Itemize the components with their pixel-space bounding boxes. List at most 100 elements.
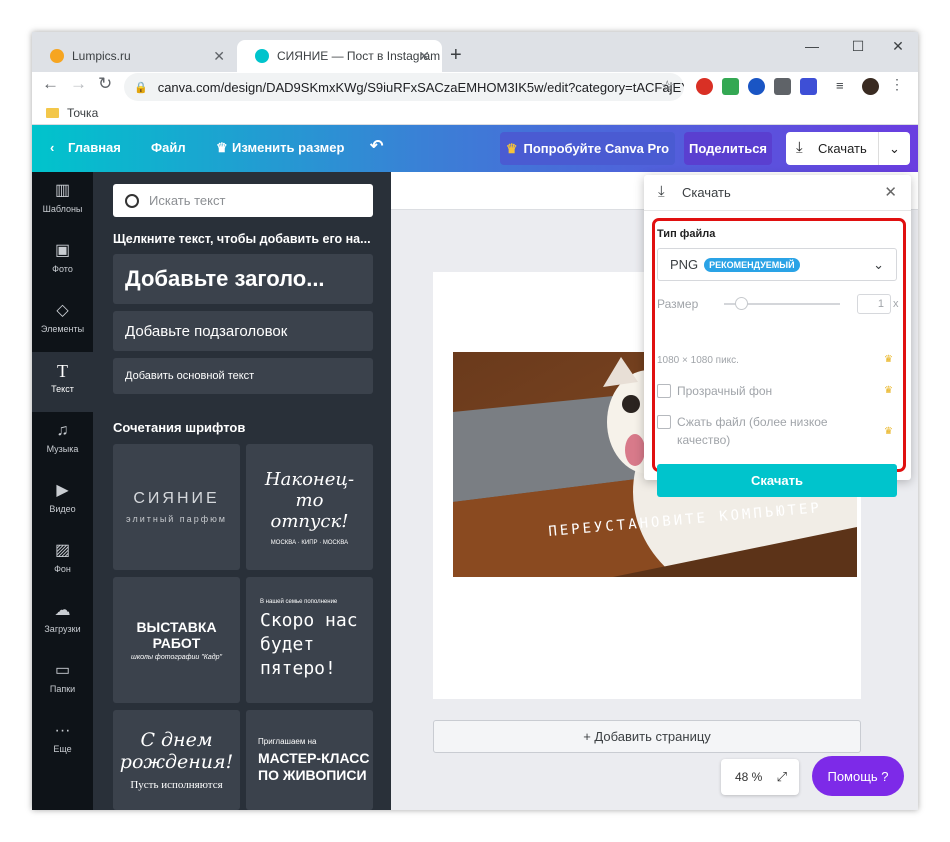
help-button[interactable]: Помощь ? (812, 756, 904, 796)
fullscreen-icon[interactable]: ⤢ (777, 769, 787, 785)
tab-title: СИЯНИЕ — Пост в Instagram (277, 49, 441, 63)
more-icon: ··· (54, 722, 71, 739)
search-icon (125, 193, 139, 208)
media-control-icon[interactable]: ≡ (836, 78, 853, 95)
nav-more[interactable]: ··· Еще (32, 712, 93, 772)
nav-label: Элементы (40, 324, 85, 334)
font-combo-card[interactable]: В нашей семье пополнение Скоро нас будет… (246, 577, 373, 703)
nav-text[interactable]: T Текст (32, 352, 93, 412)
new-tab-icon[interactable]: + (450, 44, 462, 67)
maximize-icon[interactable]: ☐ (838, 38, 878, 55)
nav-uploads[interactable]: ☁ Загрузки (32, 592, 93, 652)
nav-background[interactable]: ▨ Фон (32, 532, 93, 592)
file-type-value: PNG (670, 257, 699, 272)
download-submit-button[interactable]: Скачать (657, 464, 897, 497)
crown-icon: ♛ (505, 140, 518, 156)
combo-line1: Скоро нас будет пятеро! (260, 610, 358, 679)
add-subheading-button[interactable]: Добавьте подзаголовок (113, 311, 373, 351)
combo-line2: МОСКВА · КИПР · МОСКВА (270, 539, 349, 546)
font-combo-card[interactable]: Наконец-то отпуск! МОСКВА · КИПР · МОСКВ… (246, 444, 373, 570)
font-combo-card[interactable]: ВЫСТАВКА РАБОТ школы фотографии "Кадр" (113, 577, 240, 703)
tab-lumpics[interactable]: Lumpics.ru ✕ (32, 40, 237, 72)
download-button[interactable]: ⤓ Скачать ⌄ (786, 132, 910, 165)
nav-music[interactable]: ♫ Музыка (32, 412, 93, 472)
photo-icon: ▣ (54, 242, 71, 259)
home-link[interactable]: Главная (68, 140, 121, 155)
vpn-extension-icon[interactable] (748, 78, 765, 95)
nav-video[interactable]: ▶ Видео (32, 472, 93, 532)
combo-line2: школы фотографии "Кадр" (131, 654, 222, 661)
reload-icon[interactable]: ↻ (98, 74, 112, 94)
zoom-control[interactable]: 48 % ⤢ (721, 759, 799, 795)
share-button[interactable]: Поделиться (684, 132, 772, 165)
combo-line2: Пусть исполняются (130, 779, 223, 791)
add-page-button[interactable]: + Добавить страницу (433, 720, 861, 753)
back-arrow-icon[interactable]: ← (42, 74, 59, 94)
close-icon[interactable]: ✕ (213, 48, 225, 65)
resize-button[interactable]: Изменить размер (232, 140, 344, 155)
file-menu[interactable]: Файл (151, 140, 186, 155)
font-combo-card[interactable]: С днем рождения! Пусть исполняются (113, 710, 240, 810)
nav-label: Еще (53, 744, 72, 754)
undo-icon[interactable]: ↶ (370, 136, 383, 156)
forward-arrow-icon[interactable]: → (70, 74, 87, 94)
download-dropdown-header: ⤓ Скачать ✕ (644, 175, 911, 211)
zoom-value: 48 % (735, 770, 763, 784)
size-input[interactable]: 1 (857, 294, 891, 314)
compress-label-line2: качество) (677, 433, 731, 447)
extension-icon[interactable] (800, 78, 817, 95)
transparent-checkbox[interactable] (657, 384, 671, 398)
heading-text: Добавьте заголо... (125, 266, 325, 291)
nav-elements[interactable]: ◇ Элементы (32, 292, 93, 352)
search-placeholder: Искать текст (149, 193, 226, 208)
compress-checkbox[interactable] (657, 415, 671, 429)
folder-icon: ▭ (54, 662, 71, 679)
font-combo-card[interactable]: Приглашаем на МАСТЕР-КЛАСС ПО ЖИВОПИСИ (246, 710, 373, 810)
browser-toolbar: ← → ↻ 🔒 canva.com/design/DAD9SKmxKWg/S9i… (32, 72, 918, 102)
chevron-left-icon[interactable]: ‹ (50, 140, 54, 155)
lock-icon: 🔒 (134, 81, 148, 94)
nav-label: Папки (49, 684, 76, 694)
extension-icon[interactable] (696, 78, 713, 95)
try-pro-button[interactable]: ♛ Попробуйте Canva Pro (500, 132, 675, 165)
address-bar[interactable]: 🔒 canva.com/design/DAD9SKmxKWg/S9iuRFxSA… (124, 73, 684, 101)
download-title: Скачать (682, 185, 731, 200)
combo-line1: ВЫСТАВКА РАБОТ (136, 619, 217, 651)
background-icon: ▨ (54, 542, 71, 559)
add-heading-button[interactable]: Добавьте заголо... (113, 254, 373, 304)
tab-canva[interactable]: СИЯНИЕ — Пост в Instagram ✕ (237, 40, 442, 72)
minimize-icon[interactable]: — (792, 38, 832, 54)
canva-favicon-icon (255, 49, 269, 63)
file-type-select[interactable]: PNG РЕКОМЕНДУЕМЫЙ ⌄ (657, 248, 897, 281)
font-combo-card[interactable]: СИЯНИЕ элитный парфюм (113, 444, 240, 570)
profile-avatar[interactable] (862, 78, 879, 95)
close-icon[interactable]: ✕ (884, 183, 897, 201)
size-slider-handle[interactable] (735, 297, 748, 310)
bookmark-tochka[interactable]: Точка (67, 106, 98, 120)
combo-line2: Приглашаем на (258, 736, 317, 746)
add-body-text-button[interactable]: Добавить основной текст (113, 358, 373, 394)
url-text: canva.com/design/DAD9SKmxKWg/S9iuRFxSACz… (157, 79, 684, 95)
extension-icon[interactable] (774, 78, 791, 95)
search-input[interactable]: Искать текст (113, 184, 373, 217)
chevron-down-icon[interactable]: ⌄ (878, 132, 910, 165)
tab-title: Lumpics.ru (72, 49, 131, 63)
close-window-icon[interactable]: ✕ (878, 38, 918, 55)
menu-dots-icon[interactable]: ⋮ (890, 77, 907, 95)
nav-templates[interactable]: ▥ Шаблоны (32, 172, 93, 232)
nav-label: Фото (52, 264, 73, 274)
body-text: Добавить основной текст (125, 370, 255, 382)
size-multiplier: x (893, 298, 899, 310)
folder-icon (46, 108, 59, 118)
nav-folders[interactable]: ▭ Папки (32, 652, 93, 712)
elements-icon: ◇ (56, 302, 69, 319)
combo-line2: элитный парфюм (126, 514, 227, 524)
nav-photo[interactable]: ▣ Фото (32, 232, 93, 292)
browser-window: Lumpics.ru ✕ СИЯНИЕ — Пост в Instagram ✕… (32, 32, 918, 810)
close-icon[interactable]: ✕ (418, 48, 430, 65)
recommended-badge: РЕКОМЕНДУЕМЫЙ (704, 257, 800, 272)
compress-label-line1: Сжать файл (более низкое (677, 415, 828, 429)
music-extension-icon[interactable] (722, 78, 739, 95)
bookmark-star-icon[interactable]: ☆ (661, 77, 674, 95)
share-label: Поделиться (688, 141, 768, 156)
